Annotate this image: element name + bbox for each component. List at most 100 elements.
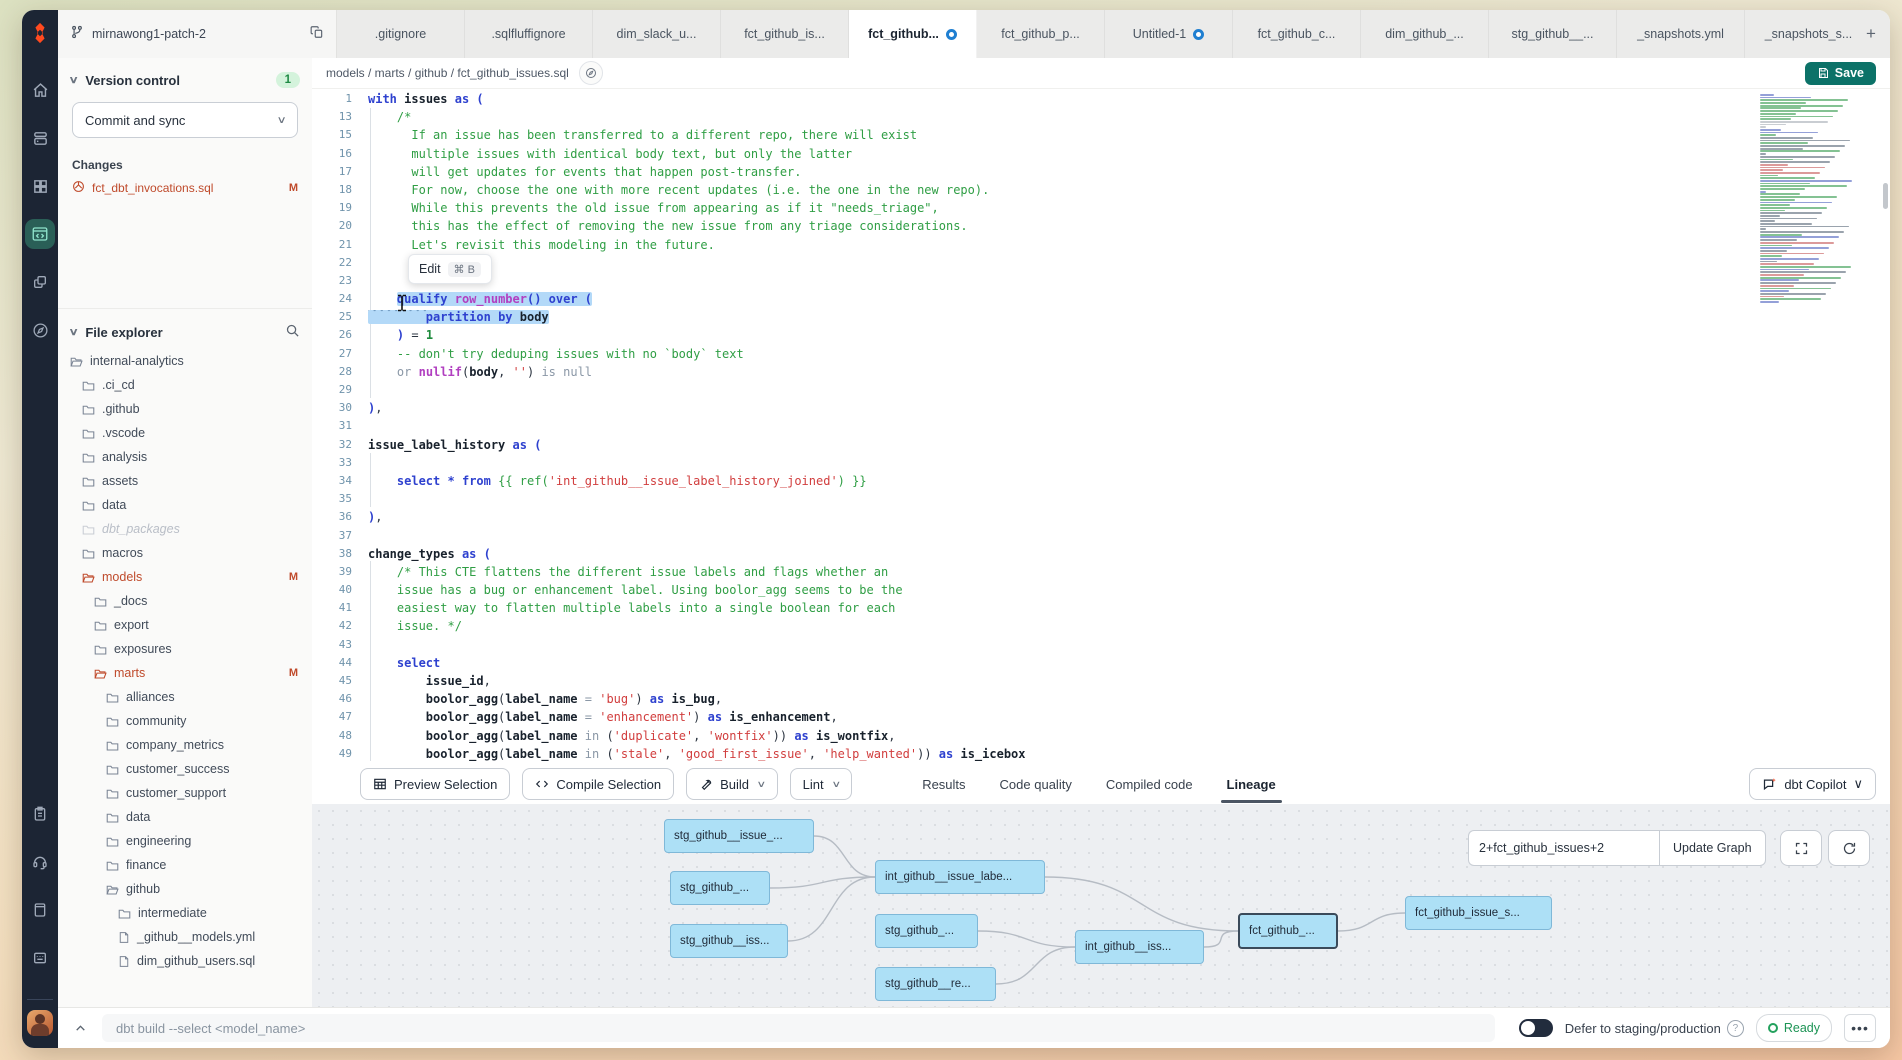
panel-tab-code-quality[interactable]: Code quality bbox=[998, 768, 1074, 801]
folder-item-.github[interactable]: .github bbox=[58, 397, 312, 421]
panel-tab-results[interactable]: Results bbox=[920, 768, 967, 801]
file-item-_github__models.yml[interactable]: _github__models.yml bbox=[58, 925, 312, 949]
folder-item-data[interactable]: data bbox=[58, 805, 312, 829]
compile-selection-button[interactable]: Compile Selection bbox=[522, 768, 674, 800]
changelog-icon[interactable] bbox=[25, 799, 55, 829]
panel-tab-compiled-code[interactable]: Compiled code bbox=[1104, 768, 1195, 801]
folder-item-.ci_cd[interactable]: .ci_cd bbox=[58, 373, 312, 397]
minimap[interactable] bbox=[1760, 94, 1864, 304]
code-line-33[interactable]: 33 bbox=[312, 454, 1890, 472]
panel-tab-lineage[interactable]: Lineage bbox=[1225, 768, 1278, 801]
changed-file-row[interactable]: fct_dbt_invocations.sql M bbox=[58, 176, 312, 200]
lineage-node-stg_github_[interactable]: stg_github_... bbox=[670, 871, 770, 905]
folder-item-.vscode[interactable]: .vscode bbox=[58, 421, 312, 445]
folder-item-github[interactable]: github bbox=[58, 877, 312, 901]
code-line-18[interactable]: 18 For now, choose the one with more rec… bbox=[312, 181, 1890, 199]
home-icon[interactable] bbox=[25, 75, 55, 105]
editor-tab[interactable]: .sqlfluffignore bbox=[465, 10, 593, 58]
editor-tab[interactable]: Untitled-1 bbox=[1105, 10, 1233, 58]
projects-icon[interactable] bbox=[25, 267, 55, 297]
code-line-37[interactable]: 37 bbox=[312, 527, 1890, 545]
lint-button[interactable]: Lint∨ bbox=[790, 768, 853, 800]
code-line-49[interactable]: 49 boolor_agg(label_name in ('stale', 'g… bbox=[312, 745, 1890, 763]
editor-tab[interactable]: stg_github__... bbox=[1489, 10, 1617, 58]
view-docs-compass-icon[interactable] bbox=[579, 61, 603, 85]
code-line-21[interactable]: 21 Let's revisit this modeling in the fu… bbox=[312, 236, 1890, 254]
folder-item-customer_support[interactable]: customer_support bbox=[58, 781, 312, 805]
code-line-46[interactable]: 46 boolor_agg(label_name = 'bug') as is_… bbox=[312, 690, 1890, 708]
more-options-button[interactable]: ••• bbox=[1844, 1014, 1876, 1042]
lineage-node-stg_github__issue_[interactable]: stg_github__issue_... bbox=[664, 819, 814, 853]
command-input[interactable]: dbt build --select <model_name> bbox=[102, 1014, 1495, 1042]
editor-tab[interactable]: .gitignore bbox=[337, 10, 465, 58]
folder-item-marts[interactable]: martsM bbox=[58, 661, 312, 685]
code-line-47[interactable]: 47 boolor_agg(label_name = 'enhancement'… bbox=[312, 708, 1890, 726]
editor-tab[interactable]: fct_github_p... bbox=[977, 10, 1105, 58]
lineage-node-stg_github__re[interactable]: stg_github__re... bbox=[875, 967, 996, 1001]
code-line-19[interactable]: 19 While this prevents the old issue fro… bbox=[312, 199, 1890, 217]
copy-branch-icon[interactable] bbox=[310, 25, 324, 44]
folder-item-alliances[interactable]: alliances bbox=[58, 685, 312, 709]
code-line-41[interactable]: 41 easiest way to flatten multiple label… bbox=[312, 599, 1890, 617]
folder-item-_docs[interactable]: _docs bbox=[58, 589, 312, 613]
folder-item-internal-analytics[interactable]: internal-analytics bbox=[58, 349, 312, 373]
lineage-node-int_github__iss[interactable]: int_github__iss... bbox=[1075, 930, 1204, 964]
folder-item-data[interactable]: data bbox=[58, 493, 312, 517]
code-line-24[interactable]: 24 qualify row_number() over ( bbox=[312, 290, 1890, 308]
editor-tab[interactable]: fct_github_is... bbox=[721, 10, 849, 58]
ide-editor-icon[interactable] bbox=[25, 219, 55, 249]
code-line-40[interactable]: 40 issue has a bug or enhancement label.… bbox=[312, 581, 1890, 599]
code-line-26[interactable]: 26 ) = 1 bbox=[312, 326, 1890, 344]
code-line-39[interactable]: 39 /* This CTE flattens the different is… bbox=[312, 563, 1890, 581]
folder-item-finance[interactable]: finance bbox=[58, 853, 312, 877]
code-line-48[interactable]: 48 boolor_agg(label_name in ('duplicate'… bbox=[312, 727, 1890, 745]
code-line-30[interactable]: 30), bbox=[312, 399, 1890, 417]
code-line-1[interactable]: 1with issues as ( bbox=[312, 90, 1890, 108]
code-line-17[interactable]: 17 will get updates for events that happ… bbox=[312, 163, 1890, 181]
lineage-selector-input[interactable] bbox=[1468, 830, 1659, 866]
code-line-31[interactable]: 31 bbox=[312, 417, 1890, 435]
folder-item-dbt_packages[interactable]: dbt_packages bbox=[58, 517, 312, 541]
folder-item-community[interactable]: community bbox=[58, 709, 312, 733]
environments-icon[interactable] bbox=[25, 123, 55, 153]
git-branch-selector[interactable]: mirnawong1-patch-2 bbox=[58, 10, 337, 58]
code-line-45[interactable]: 45 issue_id, bbox=[312, 672, 1890, 690]
editor-tab[interactable]: _snapshots.yml bbox=[1617, 10, 1745, 58]
editor-tab[interactable]: dim_github_... bbox=[1361, 10, 1489, 58]
editor-tab[interactable]: fct_github_c... bbox=[1233, 10, 1361, 58]
folder-item-company_metrics[interactable]: company_metrics bbox=[58, 733, 312, 757]
folder-item-exposures[interactable]: exposures bbox=[58, 637, 312, 661]
lineage-node-stg_github_[interactable]: stg_github_... bbox=[875, 914, 978, 948]
code-line-34[interactable]: 34 select * from {{ ref('int_github__iss… bbox=[312, 472, 1890, 490]
commit-and-sync-button[interactable]: Commit and sync ∨ bbox=[72, 102, 298, 138]
dashboard-icon[interactable] bbox=[25, 171, 55, 201]
code-editor[interactable]: 1with issues as (13 /*15 If an issue has… bbox=[312, 88, 1890, 764]
refresh-graph-button[interactable] bbox=[1828, 830, 1870, 866]
folder-item-assets[interactable]: assets bbox=[58, 469, 312, 493]
lineage-node-fct_github_[interactable]: fct_github_... bbox=[1238, 913, 1338, 949]
save-button[interactable]: Save bbox=[1805, 62, 1876, 85]
explore-compass-icon[interactable] bbox=[25, 315, 55, 345]
code-line-25[interactable]: 25 partition by body bbox=[312, 308, 1890, 326]
update-graph-button[interactable]: Update Graph bbox=[1659, 830, 1766, 866]
code-line-42[interactable]: 42 issue. */ bbox=[312, 617, 1890, 635]
user-avatar[interactable] bbox=[27, 1010, 53, 1036]
shortcuts-icon[interactable] bbox=[25, 943, 55, 973]
code-line-16[interactable]: 16 multiple issues with identical body t… bbox=[312, 145, 1890, 163]
code-line-23[interactable]: 23 bbox=[312, 272, 1890, 290]
code-line-22[interactable]: 22 bbox=[312, 254, 1890, 272]
editor-tab[interactable]: fct_github... bbox=[849, 10, 977, 58]
fullscreen-button[interactable] bbox=[1780, 830, 1822, 866]
folder-item-macros[interactable]: macros bbox=[58, 541, 312, 565]
edit-tooltip[interactable]: Edit ⌘ B bbox=[408, 254, 492, 284]
editor-tab[interactable]: _snapshots_s... bbox=[1745, 10, 1852, 58]
folder-item-models[interactable]: modelsM bbox=[58, 565, 312, 589]
code-line-43[interactable]: 43 bbox=[312, 636, 1890, 654]
help-icon[interactable]: ? bbox=[1727, 1020, 1744, 1037]
support-headset-icon[interactable] bbox=[25, 847, 55, 877]
dbt-copilot-button[interactable]: dbt Copilot ∨ bbox=[1749, 768, 1876, 800]
code-line-28[interactable]: 28 or nullif(body, '') is null bbox=[312, 363, 1890, 381]
code-line-36[interactable]: 36), bbox=[312, 508, 1890, 526]
folder-item-export[interactable]: export bbox=[58, 613, 312, 637]
folder-item-customer_success[interactable]: customer_success bbox=[58, 757, 312, 781]
